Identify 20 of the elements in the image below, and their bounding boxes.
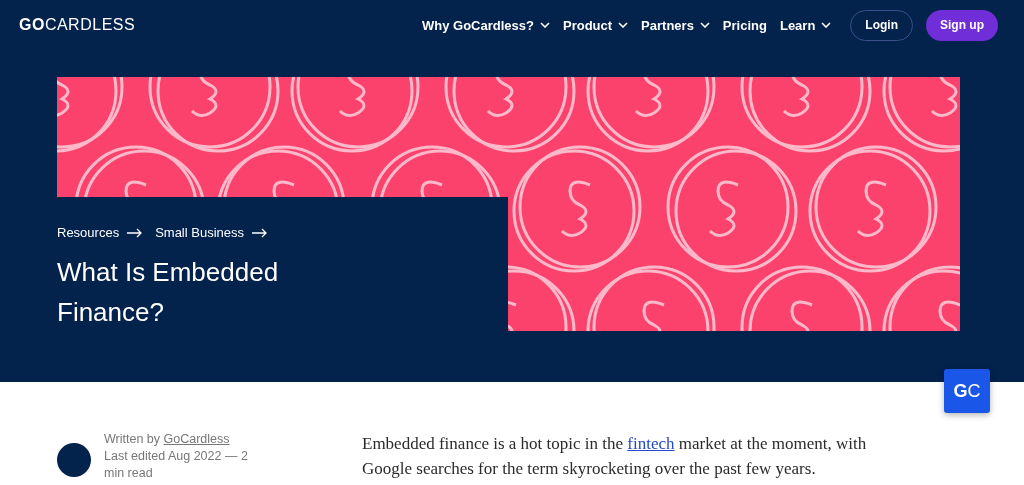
author-line: Written by GoCardless bbox=[104, 431, 231, 448]
breadcrumb-link[interactable]: Resources bbox=[57, 225, 120, 240]
nav-link[interactable]: Learn bbox=[779, 17, 832, 33]
nav-link[interactable]: Pricing bbox=[722, 17, 767, 33]
arrow-right-icon bbox=[127, 227, 144, 238]
edited-date: Last edited Aug 2022 — 2 bbox=[104, 448, 248, 465]
nav-link[interactable]: Why GoCardless? bbox=[422, 17, 550, 33]
author-avatar bbox=[57, 443, 91, 477]
fintech-link[interactable]: fintech bbox=[627, 434, 675, 453]
nav-link[interactable]: Partners bbox=[641, 17, 710, 33]
read-time: min read bbox=[104, 465, 154, 482]
chat-button[interactable]: GC bbox=[944, 369, 990, 413]
breadcrumb-link[interactable]: Small Business bbox=[155, 225, 244, 240]
page-title: What Is Embedded Finance? bbox=[57, 256, 280, 329]
logo[interactable]: GOCARDLESS bbox=[19, 16, 136, 34]
nav-link[interactable]: Product bbox=[563, 17, 629, 33]
intro-paragraph: Embedded finance is a hot topic in the fintech market at the moment, with Google searches for the term skyrocketing over the past few years. bbox=[362, 433, 868, 480]
arrow-right-icon bbox=[252, 227, 268, 238]
author-link[interactable]: GoCardless bbox=[163, 432, 230, 446]
signup-button[interactable]: Sign up bbox=[926, 9, 998, 41]
